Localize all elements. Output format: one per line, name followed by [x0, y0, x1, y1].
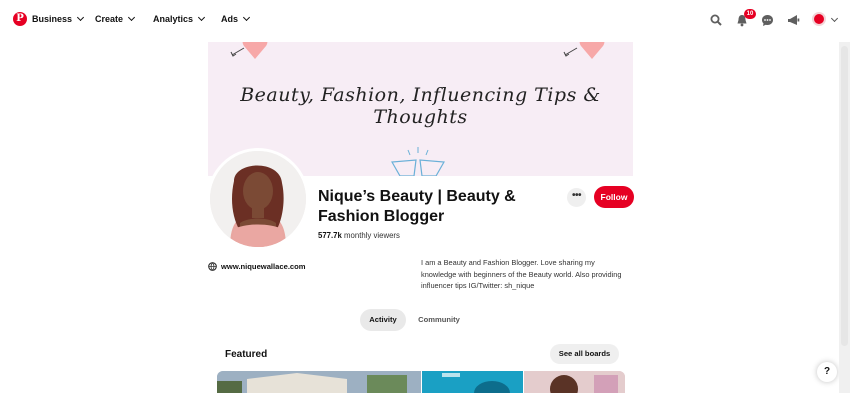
chevron-down-icon	[242, 13, 251, 22]
tab-activity[interactable]: Activity	[360, 309, 406, 331]
website-url: www.niquewallace.com	[221, 262, 306, 271]
cover-headline: Beauty, Fashion, Influencing Tips & Thou…	[240, 84, 601, 128]
top-navigation-bar: P Business Create Analytics Ads 10	[0, 0, 850, 42]
featured-board-thumbnail[interactable]	[422, 371, 523, 393]
nav-ads-dropdown[interactable]: Ads	[221, 13, 251, 24]
portrait-photo	[524, 371, 625, 393]
beauty-photo	[422, 371, 523, 393]
profile-name: Nique’s Beauty | Beauty & Fashion Blogge…	[318, 188, 516, 225]
toast-glasses-icon	[391, 147, 445, 176]
nav-create-dropdown[interactable]: Create	[95, 13, 136, 24]
pinterest-logo-icon[interactable]: P	[13, 12, 27, 26]
account-menu-chevron-icon[interactable]	[830, 14, 839, 23]
arrow-doodle-icon	[563, 47, 578, 57]
account-icon[interactable]	[812, 12, 826, 26]
nav-business-dropdown[interactable]: Business	[32, 13, 85, 24]
website-link[interactable]: www.niquewallace.com	[208, 262, 306, 271]
chat-icon[interactable]	[760, 13, 774, 27]
see-all-boards-button[interactable]: See all boards	[550, 344, 619, 364]
search-icon[interactable]	[709, 13, 723, 27]
heart-decoration-icon	[579, 42, 605, 59]
monthly-viewers: 577.7k monthly viewers	[318, 231, 400, 240]
featured-board-thumbnail[interactable]	[217, 371, 421, 393]
help-button[interactable]: ?	[817, 362, 837, 382]
follow-button[interactable]: Follow	[594, 186, 634, 208]
profile-avatar[interactable]	[207, 148, 309, 250]
viewers-label: monthly viewers	[341, 231, 400, 240]
tab-community[interactable]: Community	[409, 309, 469, 331]
house-photo	[217, 371, 421, 393]
nav-analytics-dropdown[interactable]: Analytics	[153, 13, 206, 24]
megaphone-icon[interactable]	[786, 13, 800, 27]
featured-board-thumbnail[interactable]	[524, 371, 625, 393]
arrow-doodle-icon	[230, 47, 245, 57]
chevron-down-icon	[127, 13, 136, 22]
more-options-button[interactable]: •••	[567, 188, 586, 207]
globe-icon	[208, 262, 217, 271]
nav-analytics-label: Analytics	[153, 14, 194, 24]
chevron-down-icon	[76, 13, 85, 22]
profile-bio: I am a Beauty and Fashion Blogger. Love …	[421, 258, 622, 290]
chevron-down-icon	[197, 13, 206, 22]
nav-create-label: Create	[95, 14, 124, 24]
viewers-count: 577.7k	[318, 231, 342, 240]
nav-ads-label: Ads	[221, 14, 239, 24]
scrollbar-thumb[interactable]	[841, 46, 848, 346]
notification-count-badge: 10	[744, 9, 756, 19]
nav-business-label: Business	[32, 14, 73, 24]
page-scrollbar[interactable]	[839, 42, 850, 393]
profile-photo	[210, 151, 306, 247]
featured-heading: Featured	[225, 349, 268, 360]
